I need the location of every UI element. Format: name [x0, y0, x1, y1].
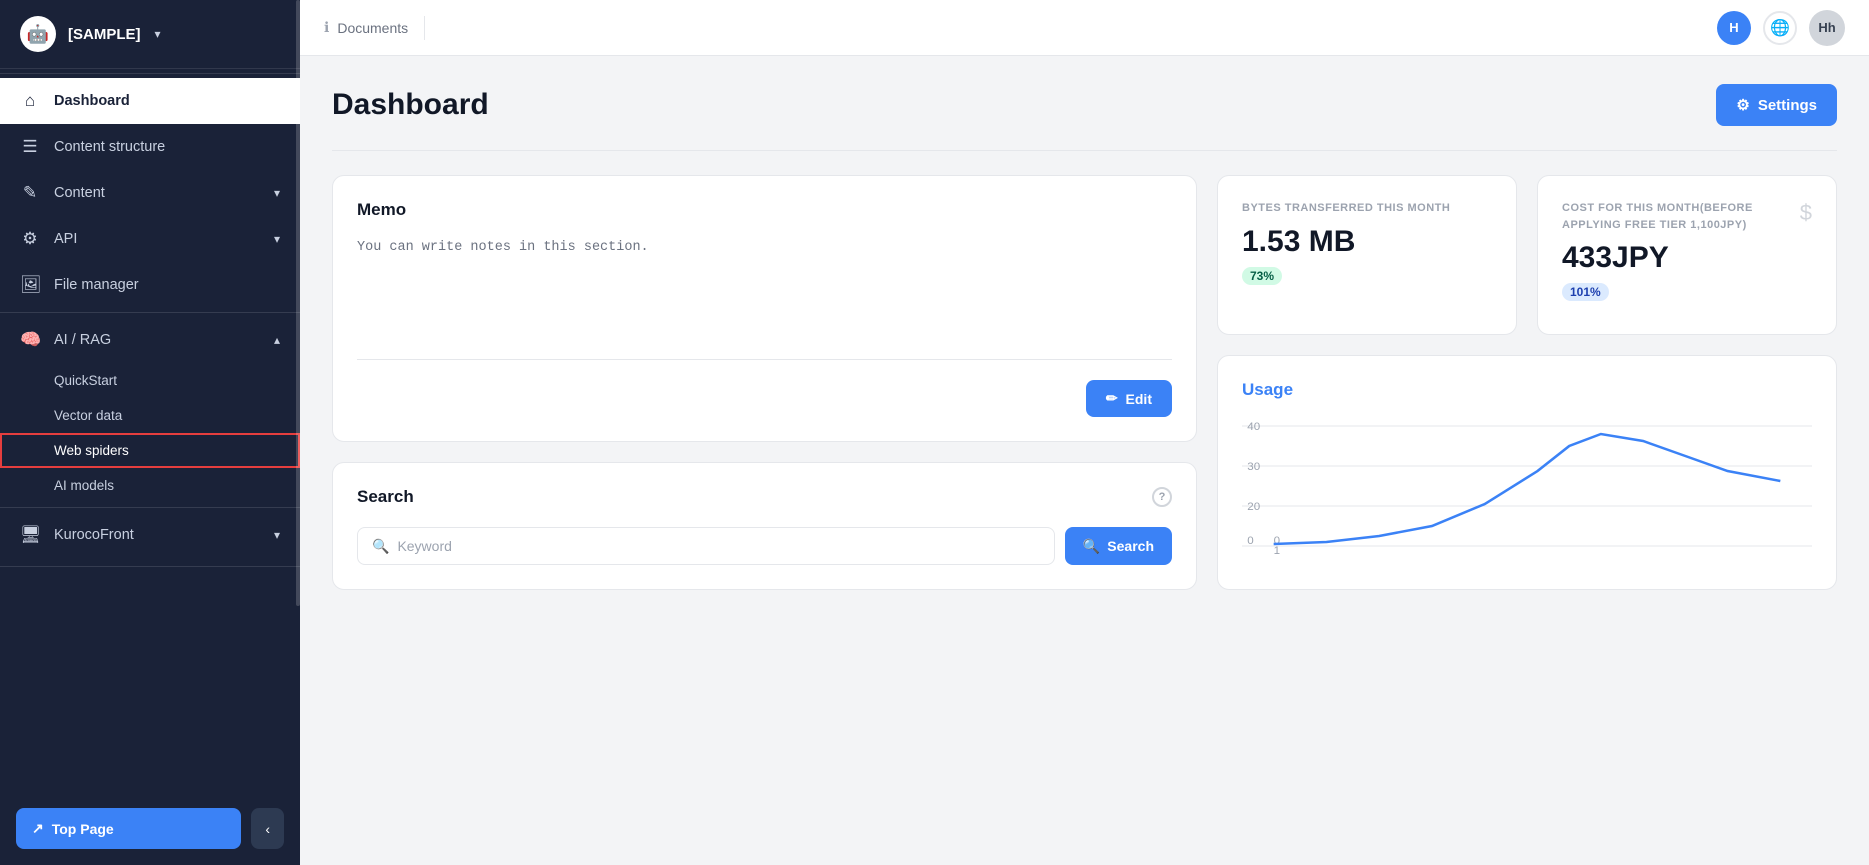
sidebar-item-ai-rag[interactable]: 🧠 AI / RAG ▴	[0, 317, 300, 363]
dollar-icon: $	[1800, 200, 1812, 226]
chevron-down-icon: ▾	[274, 232, 280, 246]
settings-button[interactable]: ⚙ Settings	[1716, 84, 1837, 126]
sidebar-item-content[interactable]: ✎ Content ▾	[0, 170, 300, 216]
cost-badge: 101%	[1562, 283, 1609, 301]
search-icon: 🔍	[1083, 538, 1100, 555]
external-link-icon: ↗	[32, 820, 44, 837]
svg-text:30: 30	[1247, 461, 1260, 473]
sidebar-item-kuroco-front[interactable]: 🖥 KurocoFront ▾	[0, 512, 300, 558]
main-area: ℹ Documents H 🌐 Hh Dashboard ⚙ Settings	[300, 0, 1869, 865]
file-icon: 🖼	[20, 275, 40, 295]
chevron-down-icon: ▾	[274, 186, 280, 200]
svg-text:20: 20	[1247, 501, 1260, 513]
cost-value: 433JPY	[1562, 241, 1812, 275]
topbar: ℹ Documents H 🌐 Hh	[300, 0, 1869, 56]
user-initial-button[interactable]: H	[1717, 11, 1751, 45]
chevron-up-icon: ▴	[274, 333, 280, 347]
usage-title: Usage	[1242, 380, 1812, 400]
gear-icon: ⚙	[1736, 96, 1749, 114]
memo-card: Memo You can write notes in this section…	[332, 175, 1197, 442]
search-card: Search ? 🔍 🔍 Search	[332, 462, 1197, 590]
sidebar-header: 🤖 [SAMPLE] ▾	[0, 0, 300, 69]
bytes-label: BYTES TRANSFERRED THIS MONTH	[1242, 200, 1492, 217]
sidebar-item-dashboard[interactable]: ⌂ Dashboard	[0, 78, 300, 124]
svg-text:0: 0	[1247, 535, 1253, 547]
pencil-icon: ✏	[1106, 390, 1118, 407]
memo-content: You can write notes in this section.	[357, 240, 1172, 360]
usage-card: Usage 40 30 20 1 0	[1217, 355, 1837, 590]
chevron-down-icon: ▾	[274, 528, 280, 542]
sidebar-scrollbar	[296, 0, 300, 606]
chart-container: 40 30 20 1 0 0	[1242, 416, 1812, 556]
sidebar-sub-item-web-spiders[interactable]: Web spiders	[0, 433, 300, 468]
avatar[interactable]: Hh	[1809, 10, 1845, 46]
sidebar: 🤖 [SAMPLE] ▾ ⌂ Dashboard ☰ Content struc…	[0, 0, 300, 865]
search-button[interactable]: 🔍 Search	[1065, 527, 1172, 565]
api-icon: ⚙	[20, 229, 40, 249]
ai-icon: 🧠	[20, 330, 40, 350]
sidebar-item-file-manager[interactable]: 🖼 File manager	[0, 262, 300, 308]
left-column: Memo You can write notes in this section…	[332, 175, 1197, 590]
home-icon: ⌂	[20, 91, 40, 111]
edit-button[interactable]: ✏ Edit	[1086, 380, 1172, 417]
sidebar-sub-item-ai-models[interactable]: AI models	[0, 468, 300, 503]
content-divider	[332, 150, 1837, 151]
topbar-right: H 🌐 Hh	[1717, 10, 1845, 46]
collapse-button[interactable]: ‹	[251, 808, 284, 849]
content-area: Dashboard ⚙ Settings Memo You can write …	[300, 56, 1869, 865]
sidebar-footer: ↗ Top Page ‹	[0, 792, 300, 865]
help-icon[interactable]: ?	[1152, 487, 1172, 507]
search-input[interactable]	[397, 528, 1039, 564]
breadcrumb: ℹ Documents	[324, 19, 408, 36]
search-input-row: 🔍 🔍 Search	[357, 527, 1172, 565]
sidebar-sub-item-vector-data[interactable]: Vector data	[0, 398, 300, 433]
cost-label: COST FOR THIS MONTH(BEFORE APPLYING FREE…	[1562, 200, 1812, 233]
page-title: Dashboard	[332, 88, 489, 122]
search-input-wrap: 🔍	[357, 527, 1055, 565]
content-header: Dashboard ⚙ Settings	[332, 84, 1837, 126]
top-page-button[interactable]: ↗ Top Page	[16, 808, 241, 849]
topbar-divider	[424, 16, 425, 40]
edit-icon: ✎	[20, 183, 40, 203]
bytes-card: BYTES TRANSFERRED THIS MONTH 1.53 MB 73%	[1217, 175, 1517, 335]
svg-text:40: 40	[1247, 421, 1260, 433]
sidebar-sub-item-quickstart[interactable]: QuickStart	[0, 363, 300, 398]
globe-button[interactable]: 🌐	[1763, 11, 1797, 45]
search-title: Search ?	[357, 487, 1172, 507]
chevron-down-icon: ▾	[155, 27, 161, 41]
bytes-badge: 73%	[1242, 267, 1282, 285]
search-icon: 🔍	[372, 538, 389, 555]
sidebar-brand[interactable]: [SAMPLE]	[68, 26, 141, 43]
dashboard-grid: Memo You can write notes in this section…	[332, 175, 1837, 590]
usage-chart: 40 30 20 1 0 0	[1242, 416, 1812, 556]
sidebar-logo: 🤖	[20, 16, 56, 52]
list-icon: ☰	[20, 137, 40, 157]
sidebar-item-content-structure[interactable]: ☰ Content structure	[0, 124, 300, 170]
cost-card: $ COST FOR THIS MONTH(BEFORE APPLYING FR…	[1537, 175, 1837, 335]
bytes-value: 1.53 MB	[1242, 225, 1492, 259]
info-icon: ℹ	[324, 19, 329, 36]
monitor-icon: 🖥	[20, 525, 40, 545]
memo-title: Memo	[357, 200, 1172, 220]
sidebar-item-api[interactable]: ⚙ API ▾	[0, 216, 300, 262]
